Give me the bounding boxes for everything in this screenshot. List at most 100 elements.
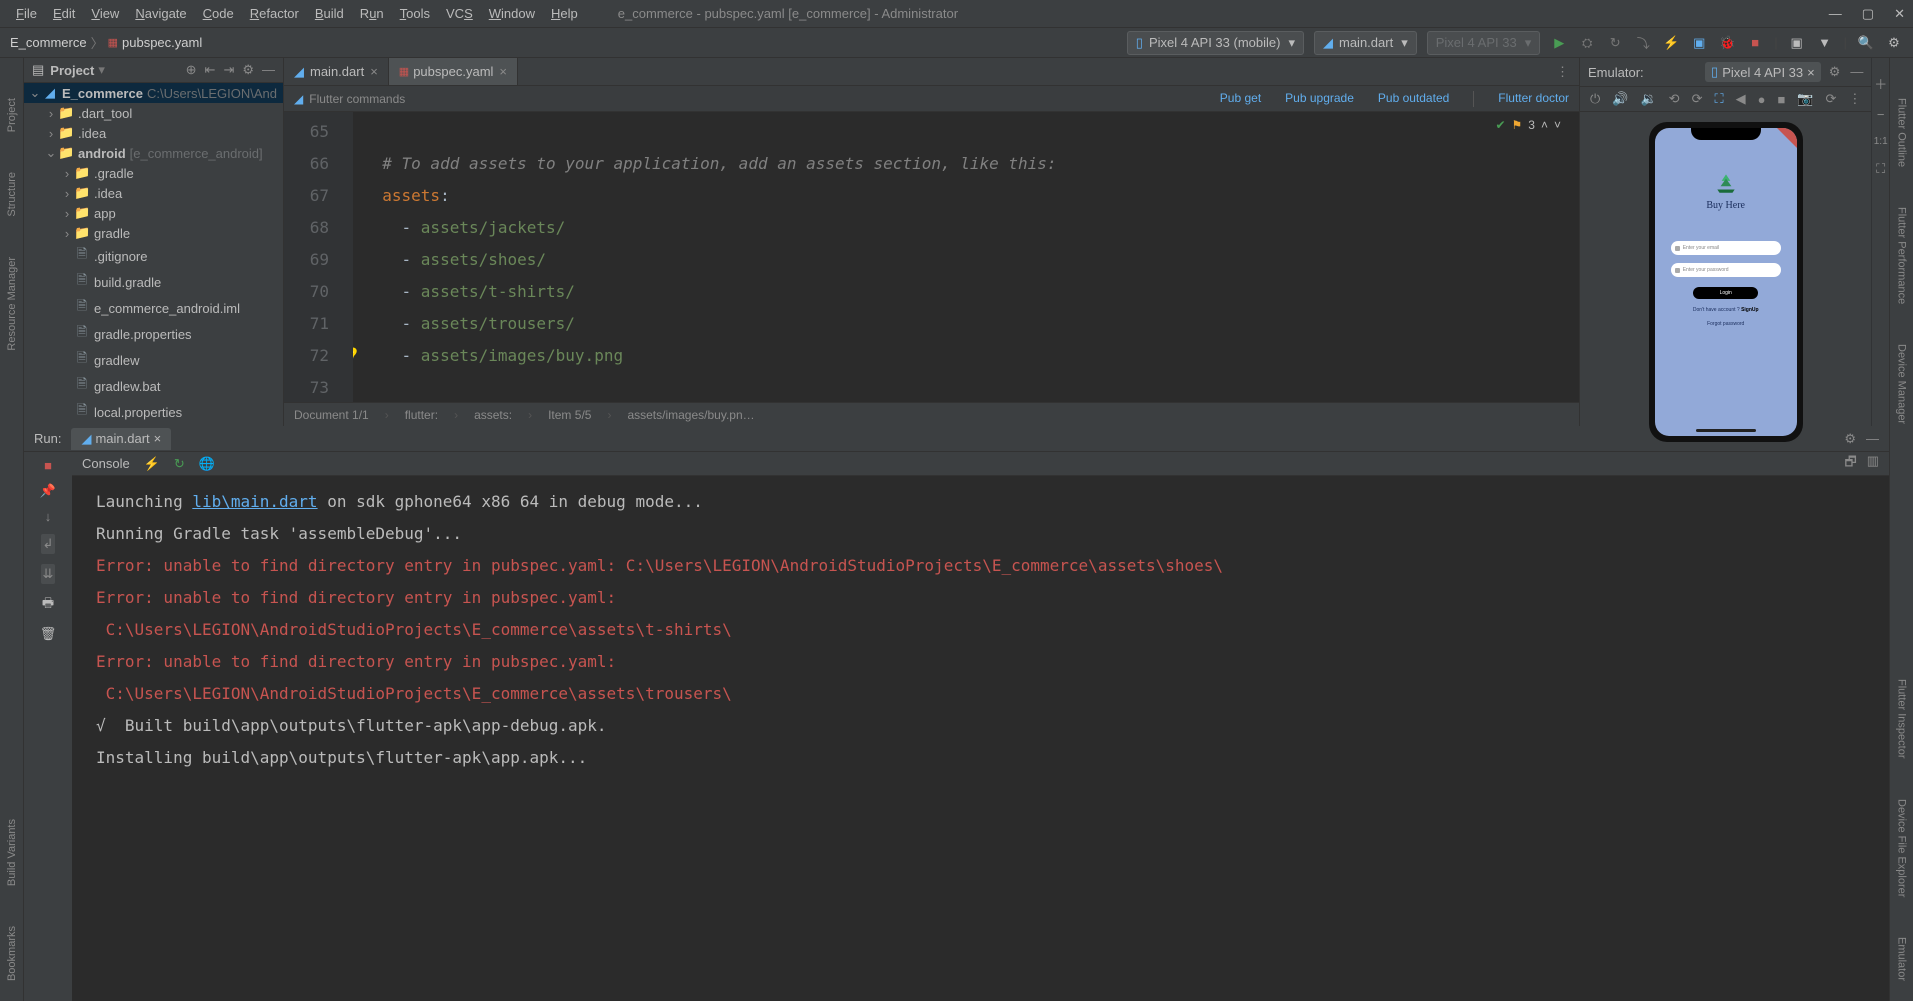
trash-icon[interactable]: 🗑 xyxy=(40,626,57,642)
signup-link[interactable]: SignUp xyxy=(1741,307,1759,313)
resize-icon[interactable]: ⛶ xyxy=(1714,91,1723,107)
close-window-icon[interactable]: ✕ xyxy=(1894,6,1905,22)
gutter-bookmarks[interactable]: Bookmarks xyxy=(6,926,18,981)
close-icon[interactable]: × xyxy=(154,431,162,446)
run-icon[interactable]: ▶ xyxy=(1550,34,1568,52)
back-icon[interactable]: ◀ xyxy=(1736,91,1746,107)
tool-window-icon[interactable]: ▤ xyxy=(32,62,44,78)
menu-navigate[interactable]: Navigate xyxy=(127,6,194,21)
tree-item[interactable]: 🗎.gitignore xyxy=(24,243,283,269)
tree-item[interactable]: 🗎gradle.properties xyxy=(24,321,283,347)
login-button[interactable]: Login xyxy=(1693,287,1758,299)
gutter-build-variants[interactable]: Build Variants xyxy=(6,819,18,886)
zoom-fit-icon[interactable]: ⛶ xyxy=(1876,161,1885,177)
breadcrumb-file[interactable]: pubspec.yaml xyxy=(122,35,202,50)
maximize-icon[interactable]: ▢ xyxy=(1862,6,1874,22)
console-output[interactable]: Launching lib\main.dart on sdk gphone64 … xyxy=(72,476,1889,1001)
menu-vcs[interactable]: VCS xyxy=(438,6,481,21)
hide-icon[interactable]: — xyxy=(1850,64,1863,80)
hot-restart-icon[interactable]: ↻ xyxy=(174,456,185,472)
layout-icon[interactable]: ▥ xyxy=(1867,453,1879,475)
password-field[interactable]: Enter your password xyxy=(1671,263,1781,277)
export-icon[interactable]: 🗗 xyxy=(1844,453,1856,475)
pin-icon[interactable]: 📌 xyxy=(40,483,56,499)
zoom-in-icon[interactable]: ＋ xyxy=(1874,74,1887,93)
debug-icon[interactable]: 🐞 xyxy=(1718,34,1736,52)
pub-outdated-link[interactable]: Pub outdated xyxy=(1378,91,1449,107)
tree-root[interactable]: ⌄◢ E_commerce C:\Users\LEGION\And xyxy=(24,83,283,103)
tab-main-dart[interactable]: ◢ main.dart × xyxy=(284,58,389,85)
gutter-emulator[interactable]: Emulator xyxy=(1896,937,1908,981)
print-icon[interactable]: 🖶 xyxy=(42,594,54,616)
stop-icon[interactable]: ■ xyxy=(1746,34,1764,52)
pub-upgrade-link[interactable]: Pub upgrade xyxy=(1285,91,1354,107)
rotate-right-icon[interactable]: ⟳ xyxy=(1692,91,1703,107)
tab-pubspec[interactable]: ▦ pubspec.yaml × xyxy=(389,58,518,85)
device-manager-icon[interactable]: ▣ xyxy=(1788,34,1806,52)
gutter-project[interactable]: Project xyxy=(6,98,18,132)
gutter-flutter-inspector[interactable]: Flutter Inspector xyxy=(1896,679,1908,758)
zoom-reset-icon[interactable]: 1:1 xyxy=(1874,136,1888,147)
tree-item[interactable]: 🗎local.properties xyxy=(24,399,283,425)
project-tree[interactable]: ⌄◢ E_commerce C:\Users\LEGION\And ›📁.dar… xyxy=(24,83,283,426)
breadcrumb-root[interactable]: E_commerce xyxy=(10,35,87,50)
project-panel-title[interactable]: Project xyxy=(50,63,94,78)
tree-item[interactable]: ›📁.idea xyxy=(24,183,283,203)
tree-item[interactable]: ›📁gradle xyxy=(24,223,283,243)
pub-get-link[interactable]: Pub get xyxy=(1220,91,1261,107)
menu-edit[interactable]: Edit xyxy=(45,6,83,21)
gutter-structure[interactable]: Structure xyxy=(6,172,18,217)
gear-icon[interactable]: ⚙ xyxy=(1844,431,1856,447)
menu-help[interactable]: Help xyxy=(543,6,586,21)
gutter-resource-manager[interactable]: Resource Manager xyxy=(6,257,18,351)
tree-item[interactable]: ›📁.idea xyxy=(24,123,283,143)
stop-icon[interactable]: ■ xyxy=(44,458,52,473)
menu-refactor[interactable]: Refactor xyxy=(242,6,307,21)
tree-item[interactable]: ⌄📁android[e_commerce_android] xyxy=(24,143,283,163)
expand-icon[interactable]: ⇥ xyxy=(223,62,234,78)
gutter-flutter-performance[interactable]: Flutter Performance xyxy=(1896,207,1908,304)
run-config-selector[interactable]: ◢ main.dart ▾ xyxy=(1314,31,1417,55)
tree-item[interactable]: 🗎gradlew xyxy=(24,347,283,373)
menu-view[interactable]: View xyxy=(83,6,127,21)
flutter-doctor-link[interactable]: Flutter doctor xyxy=(1498,91,1569,107)
more-icon[interactable]: ⋮ xyxy=(1546,64,1579,80)
more-icon[interactable]: ⋮ xyxy=(1848,91,1861,107)
menu-tools[interactable]: Tools xyxy=(392,6,438,21)
gear-icon[interactable]: ⚙ xyxy=(1829,64,1841,80)
close-icon[interactable]: × xyxy=(499,64,507,79)
run-tab[interactable]: ◢ main.dart × xyxy=(71,428,171,450)
device-selector[interactable]: ▯ Pixel 4 API 33 (mobile) ▾ xyxy=(1127,31,1304,55)
menu-file[interactable]: File xyxy=(8,6,45,21)
avd-selector[interactable]: Pixel 4 API 33 ▾ xyxy=(1427,31,1540,55)
menu-code[interactable]: Code xyxy=(195,6,242,21)
hot-reload-icon[interactable]: ⚡ xyxy=(144,456,160,472)
reload-icon[interactable]: ⟳ xyxy=(1826,91,1837,107)
coverage-icon[interactable]: ⛭ xyxy=(1578,34,1596,52)
tree-item[interactable]: ›📁.gradle xyxy=(24,163,283,183)
rotate-left-icon[interactable]: ⟲ xyxy=(1669,91,1680,107)
devtools-icon[interactable]: 🌐 xyxy=(199,456,215,472)
tree-item[interactable]: ›📁app xyxy=(24,203,283,223)
gutter-device-file-explorer[interactable]: Device File Explorer xyxy=(1896,799,1908,897)
hot-reload-icon[interactable]: ⚡ xyxy=(1662,34,1680,52)
chevron-down-icon[interactable]: ˅ xyxy=(1554,118,1561,132)
collapse-icon[interactable]: ⇤ xyxy=(205,62,216,78)
power-icon[interactable]: ⏻ xyxy=(1590,91,1600,107)
code-editor[interactable]: 656667686970717273 # To add assets to yo… xyxy=(284,112,1579,402)
overview-icon[interactable]: ■ xyxy=(1777,92,1785,107)
forgot-link[interactable]: Forgot password xyxy=(1707,321,1744,327)
gear-icon[interactable]: ⚙ xyxy=(242,62,254,78)
close-icon[interactable]: × xyxy=(370,64,378,79)
sdk-manager-icon[interactable]: ▼ xyxy=(1816,34,1834,52)
chevron-up-icon[interactable]: ˄ xyxy=(1541,118,1548,132)
settings-icon[interactable]: ⚙ xyxy=(1885,34,1903,52)
scroll-icon[interactable]: ⇊ xyxy=(41,564,56,584)
phone-frame[interactable]: Buy Here Enter your email Enter your pas… xyxy=(1649,122,1803,442)
home-icon[interactable]: ● xyxy=(1758,92,1766,107)
menu-run[interactable]: Run xyxy=(352,6,392,21)
attach-icon[interactable]: ⤵ xyxy=(1634,34,1652,52)
tree-item[interactable]: 🗎build.gradle xyxy=(24,269,283,295)
chevron-down-icon[interactable]: ▾ xyxy=(98,62,105,78)
emulator-device-tab[interactable]: ▯ Pixel 4 API 33 × xyxy=(1705,62,1821,82)
